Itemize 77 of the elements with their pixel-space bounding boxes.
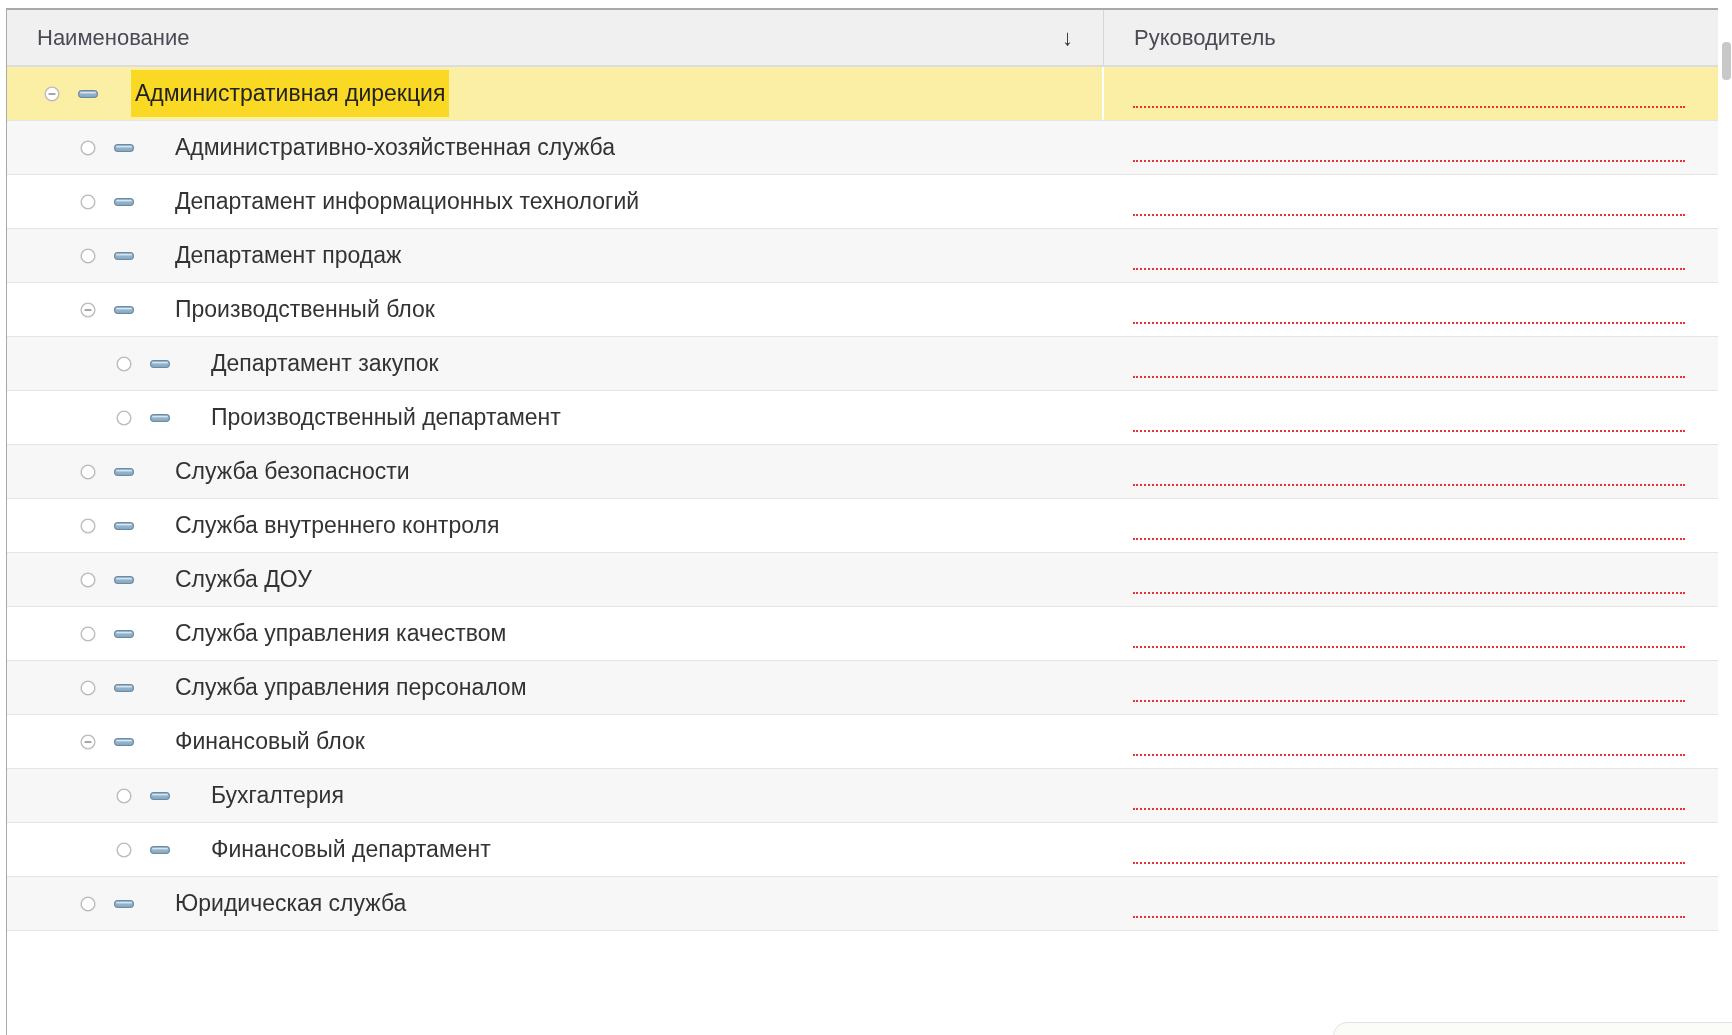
circle-icon bbox=[80, 139, 96, 156]
required-field-underline[interactable] bbox=[1133, 160, 1685, 162]
circle-icon bbox=[80, 247, 96, 264]
required-field-underline[interactable] bbox=[1133, 268, 1685, 270]
minus-icon bbox=[114, 143, 134, 152]
circle-icon bbox=[80, 463, 96, 480]
table-cell-text: Административно-хозяйственная служба bbox=[174, 133, 617, 162]
required-field-underline[interactable] bbox=[1133, 106, 1685, 108]
collapse-icon[interactable] bbox=[44, 85, 60, 102]
required-field-underline[interactable] bbox=[1133, 646, 1685, 648]
table-cell-text: Департамент информационных технологий bbox=[174, 187, 641, 216]
required-field-underline[interactable] bbox=[1133, 484, 1685, 486]
required-field-underline[interactable] bbox=[1133, 322, 1685, 324]
minus-icon bbox=[78, 89, 98, 98]
table-cell-text: Финансовый блок bbox=[174, 727, 366, 756]
circle-icon bbox=[80, 571, 96, 588]
minus-icon bbox=[114, 575, 134, 584]
minus-icon bbox=[114, 197, 134, 206]
required-field-underline[interactable] bbox=[1133, 592, 1685, 594]
minus-icon bbox=[114, 683, 134, 692]
circle-icon bbox=[80, 679, 96, 696]
circle-icon bbox=[116, 409, 132, 426]
table-row[interactable]: Служба управления персоналом bbox=[7, 661, 1718, 715]
table-row[interactable]: Служба ДОУ bbox=[7, 553, 1718, 607]
minus-icon bbox=[114, 737, 134, 746]
table-row[interactable]: Административно-хозяйственная служба bbox=[7, 121, 1718, 175]
circle-icon bbox=[80, 625, 96, 642]
circle-icon bbox=[80, 895, 96, 912]
required-field-underline[interactable] bbox=[1133, 808, 1685, 810]
table-cell-text: Юридическая служба bbox=[174, 889, 408, 918]
column-header[interactable]: Руководитель bbox=[1104, 10, 1718, 65]
required-field-underline[interactable] bbox=[1133, 214, 1685, 216]
table-cell-text: Служба ДОУ bbox=[174, 565, 313, 594]
table-cell-text: Департамент закупок bbox=[210, 349, 440, 378]
minus-icon bbox=[150, 359, 170, 368]
minus-icon bbox=[114, 629, 134, 638]
circle-icon bbox=[80, 517, 96, 534]
minus-icon bbox=[114, 521, 134, 530]
required-field-underline[interactable] bbox=[1133, 754, 1685, 756]
table-cell: Административная дирекция bbox=[131, 70, 450, 117]
collapse-icon[interactable] bbox=[80, 301, 96, 318]
scrollbar-thumb[interactable] bbox=[1722, 42, 1731, 80]
minus-icon bbox=[114, 251, 134, 260]
minus-icon bbox=[150, 845, 170, 854]
collapse-icon[interactable] bbox=[80, 733, 96, 750]
table-cell-text: Служба управления качеством bbox=[174, 619, 508, 648]
minus-icon bbox=[150, 791, 170, 800]
minus-icon bbox=[114, 467, 134, 476]
required-field-underline[interactable] bbox=[1133, 862, 1685, 864]
table-cell-text: Производственный блок bbox=[174, 295, 436, 324]
table-cell-text: Производственный департамент bbox=[210, 403, 562, 432]
required-field-underline[interactable] bbox=[1133, 538, 1685, 540]
table-cell-text: Финансовый департамент bbox=[210, 835, 492, 864]
circle-icon bbox=[116, 841, 132, 858]
circle-icon bbox=[80, 193, 96, 210]
table-cell-text: Бухгалтерия bbox=[210, 781, 345, 810]
column-header[interactable]: Наименование ↓ bbox=[7, 10, 1104, 65]
table-cell-text: Служба безопасности bbox=[174, 457, 411, 486]
required-field-underline[interactable] bbox=[1133, 376, 1685, 378]
circle-icon bbox=[116, 355, 132, 372]
table-row[interactable]: Административная дирекция bbox=[7, 67, 1718, 121]
minus-icon bbox=[114, 899, 134, 908]
minus-icon bbox=[114, 305, 134, 314]
table-row[interactable]: Департамент закупок bbox=[7, 337, 1718, 391]
table-row[interactable]: Департамент продаж bbox=[7, 229, 1718, 283]
table-cell-text: Служба внутреннего контроля bbox=[174, 511, 501, 540]
table-row[interactable]: Служба безопасности bbox=[7, 445, 1718, 499]
table-cell-text: Департамент продаж bbox=[174, 241, 403, 270]
required-field-underline[interactable] bbox=[1133, 430, 1685, 432]
required-field-underline[interactable] bbox=[1133, 916, 1685, 918]
table-row[interactable]: Бухгалтерия bbox=[7, 769, 1718, 823]
table-cell-text: Служба управления персоналом bbox=[174, 673, 528, 702]
sort-arrow: ↓ bbox=[1062, 24, 1073, 51]
table-row[interactable]: Юридическая служба bbox=[7, 877, 1718, 931]
required-field-underline[interactable] bbox=[1133, 700, 1685, 702]
circle-icon bbox=[116, 787, 132, 804]
minus-icon bbox=[150, 413, 170, 422]
